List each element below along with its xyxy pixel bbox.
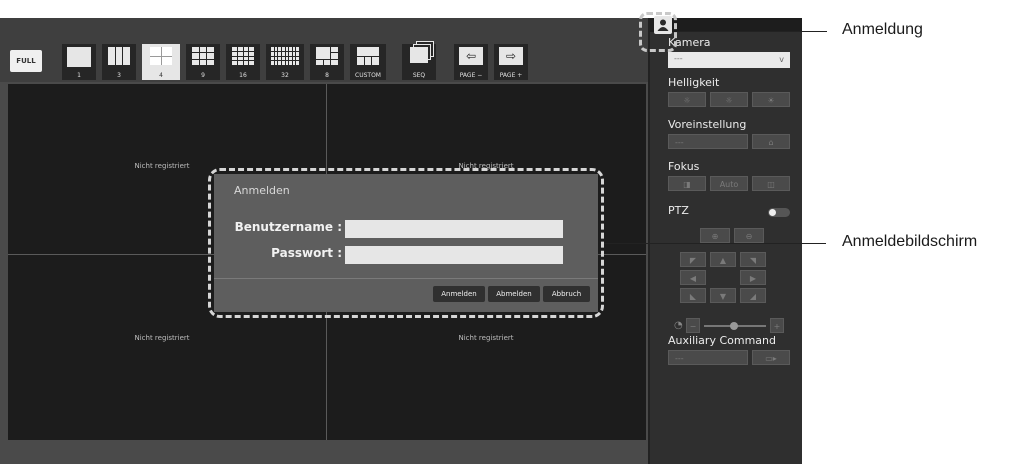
speed-plus-button[interactable]: + (770, 318, 784, 333)
dialog-title: Anmelden (234, 184, 290, 197)
layout-3-label: 3 (117, 72, 121, 79)
brightness-reset-button[interactable]: ☼ (710, 92, 748, 107)
focus-near-button[interactable]: ◨ (668, 176, 706, 191)
layout-4-button[interactable]: 4 (142, 44, 180, 80)
username-input[interactable] (345, 220, 563, 238)
seq-label: SEQ (412, 72, 426, 79)
focus-auto-button[interactable]: Auto (710, 176, 748, 191)
focus-far-button[interactable]: ◫ (752, 176, 790, 191)
callout-line-login-screen (604, 243, 826, 244)
dialog-separator (214, 278, 598, 279)
chevron-down-icon: v (779, 55, 784, 64)
layout-8-icon (316, 47, 338, 65)
layout-custom-label: CUSTOM (355, 72, 381, 79)
focus-title: Fokus (668, 160, 700, 173)
layout-32-button[interactable]: 32 (266, 44, 304, 80)
ptz-down-right-button[interactable]: ◢ (740, 288, 766, 303)
brightness-up-button[interactable]: ☀ (752, 92, 790, 107)
layout-9-button[interactable]: 9 (186, 44, 220, 80)
layout-custom-button[interactable]: CUSTOM (350, 44, 386, 80)
page-plus-button[interactable]: ⇨ PAGE + (494, 44, 528, 80)
login-icon-highlight (639, 12, 677, 52)
layout-1-button[interactable]: 1 (62, 44, 96, 80)
layout-32-label: 32 (281, 72, 289, 79)
full-button[interactable]: FULL (10, 50, 42, 72)
control-panel: Kamera --- v Helligkeit ☼ ☼ ☀ Voreinstel… (648, 16, 802, 464)
aux-command-select[interactable]: --- (668, 350, 748, 365)
ptz-left-button[interactable]: ◀ (680, 270, 706, 285)
ptz-up-left-button[interactable]: ◤ (680, 252, 706, 267)
camera-select-value: --- (674, 54, 683, 63)
layout-9-icon (192, 47, 214, 65)
page-minus-button[interactable]: ⇦ PAGE − (454, 44, 488, 80)
zoom-in-button[interactable]: ⊕ (700, 228, 730, 243)
zoom-out-button[interactable]: ⊖ (734, 228, 764, 243)
layout-9-label: 9 (201, 72, 205, 79)
layout-16-label: 16 (239, 72, 247, 79)
callout-login-icon: Anmeldung (842, 21, 923, 38)
brightness-down-button[interactable]: ☼ (668, 92, 706, 107)
preset-select[interactable]: --- (668, 134, 748, 149)
layout-32-icon (271, 47, 299, 65)
arrow-right-icon: ⇨ (499, 47, 523, 65)
layout-4-icon (150, 47, 172, 65)
toggle-knob-icon (769, 209, 776, 216)
cancel-button[interactable]: Abbruch (543, 286, 590, 302)
layout-8-button[interactable]: 8 (310, 44, 344, 80)
page-plus-label: PAGE + (499, 72, 523, 79)
camera-select[interactable]: --- v (668, 52, 790, 68)
layout-1-label: 1 (77, 72, 81, 79)
speed-slider[interactable] (704, 322, 766, 330)
cell-label: Nicht registriert (134, 334, 190, 342)
password-input[interactable] (345, 246, 563, 264)
layout-1-icon (67, 47, 91, 67)
ptz-down-left-button[interactable]: ◣ (680, 288, 706, 303)
layout-toolbar: FULL 1 3 4 9 16 32 8 CUSTOM SEQ ⇦ PAGE −… (0, 18, 648, 82)
layout-4-label: 4 (159, 72, 163, 79)
slider-knob-icon (730, 322, 738, 330)
preset-title: Voreinstellung (668, 118, 747, 131)
ptz-up-right-button[interactable]: ◥ (740, 252, 766, 267)
brightness-title: Helligkeit (668, 76, 720, 89)
username-label: Benutzername : (234, 220, 342, 234)
ptz-toggle[interactable] (768, 208, 790, 217)
login-button[interactable]: Anmelden (433, 286, 485, 302)
callout-login-screen: Anmeldebildschirm (842, 233, 978, 250)
page-minus-label: PAGE − (459, 72, 483, 79)
layout-8-label: 8 (325, 72, 329, 79)
home-icon[interactable]: ⌂ (752, 134, 790, 149)
speed-minus-button[interactable]: − (686, 318, 700, 333)
callout-line-login-icon (677, 31, 827, 32)
layout-3-icon (108, 47, 130, 65)
ptz-up-button[interactable]: ▲ (710, 252, 736, 267)
layout-custom-icon (357, 47, 379, 65)
ptz-right-button[interactable]: ▶ (740, 270, 766, 285)
cell-label: Nicht registriert (458, 334, 514, 342)
logout-button[interactable]: Abmelden (488, 286, 540, 302)
layout-16-icon (232, 47, 254, 65)
speed-gauge-icon: ◔ (674, 320, 683, 331)
seq-button[interactable]: SEQ (402, 44, 436, 80)
arrow-left-icon: ⇦ (459, 47, 483, 65)
send-command-button[interactable]: ▭▸ (752, 350, 790, 365)
layout-3-button[interactable]: 3 (102, 44, 136, 80)
ptz-title: PTZ (668, 204, 689, 217)
ptz-down-button[interactable]: ▼ (710, 288, 736, 303)
password-label: Passwort : (271, 246, 342, 260)
aux-command-title: Auxiliary Command (668, 334, 776, 347)
login-dialog: Anmelden Benutzername : Passwort : Anmel… (214, 174, 598, 312)
seq-icon (410, 47, 428, 63)
cell-label: Nicht registriert (134, 162, 190, 170)
layout-16-button[interactable]: 16 (226, 44, 260, 80)
